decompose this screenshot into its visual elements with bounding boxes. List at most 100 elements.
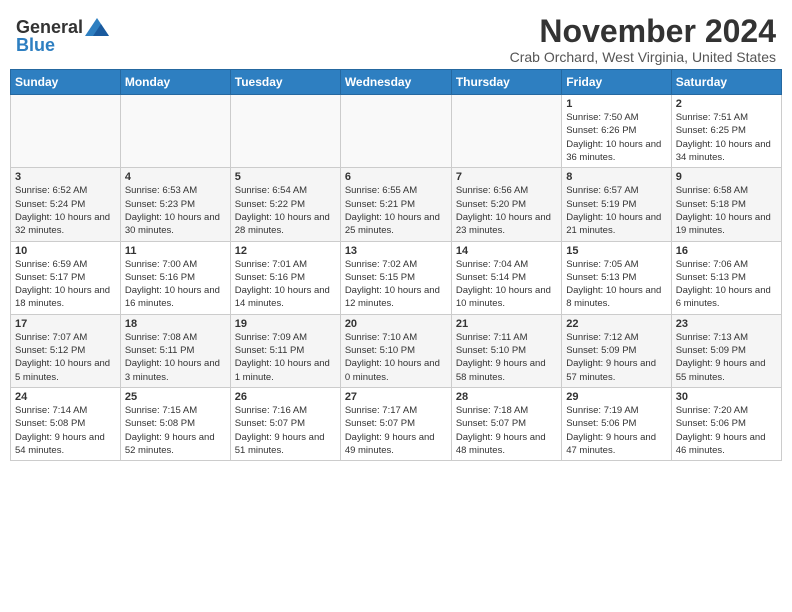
calendar-cell: 27Sunrise: 7:17 AM Sunset: 5:07 PM Dayli… — [340, 387, 451, 460]
calendar-cell: 29Sunrise: 7:19 AM Sunset: 5:06 PM Dayli… — [562, 387, 671, 460]
day-header-wednesday: Wednesday — [340, 70, 451, 95]
day-info: Sunrise: 6:52 AM Sunset: 5:24 PM Dayligh… — [15, 184, 116, 237]
calendar-cell: 20Sunrise: 7:10 AM Sunset: 5:10 PM Dayli… — [340, 314, 451, 387]
day-info: Sunrise: 6:59 AM Sunset: 5:17 PM Dayligh… — [15, 258, 116, 311]
calendar-cell: 30Sunrise: 7:20 AM Sunset: 5:06 PM Dayli… — [671, 387, 781, 460]
day-info: Sunrise: 7:01 AM Sunset: 5:16 PM Dayligh… — [235, 258, 336, 311]
day-header-friday: Friday — [562, 70, 671, 95]
day-number: 11 — [125, 245, 226, 257]
location-title: Crab Orchard, West Virginia, United Stat… — [510, 49, 776, 65]
day-info: Sunrise: 6:56 AM Sunset: 5:20 PM Dayligh… — [456, 184, 557, 237]
day-number: 3 — [15, 171, 116, 183]
calendar-cell: 17Sunrise: 7:07 AM Sunset: 5:12 PM Dayli… — [11, 314, 121, 387]
day-info: Sunrise: 6:53 AM Sunset: 5:23 PM Dayligh… — [125, 184, 226, 237]
calendar-cell: 16Sunrise: 7:06 AM Sunset: 5:13 PM Dayli… — [671, 241, 781, 314]
calendar-cell: 13Sunrise: 7:02 AM Sunset: 5:15 PM Dayli… — [340, 241, 451, 314]
calendar-cell: 23Sunrise: 7:13 AM Sunset: 5:09 PM Dayli… — [671, 314, 781, 387]
calendar-cell — [11, 95, 121, 168]
day-number: 13 — [345, 245, 447, 257]
calendar-cell: 8Sunrise: 6:57 AM Sunset: 5:19 PM Daylig… — [562, 168, 671, 241]
day-number: 8 — [566, 171, 666, 183]
day-number: 14 — [456, 245, 557, 257]
day-info: Sunrise: 7:00 AM Sunset: 5:16 PM Dayligh… — [125, 258, 226, 311]
day-number: 26 — [235, 391, 336, 403]
logo-icon — [85, 18, 109, 36]
day-number: 25 — [125, 391, 226, 403]
day-header-thursday: Thursday — [451, 70, 561, 95]
calendar-cell: 24Sunrise: 7:14 AM Sunset: 5:08 PM Dayli… — [11, 387, 121, 460]
calendar-cell: 26Sunrise: 7:16 AM Sunset: 5:07 PM Dayli… — [230, 387, 340, 460]
day-number: 28 — [456, 391, 557, 403]
calendar-cell: 22Sunrise: 7:12 AM Sunset: 5:09 PM Dayli… — [562, 314, 671, 387]
calendar-cell: 5Sunrise: 6:54 AM Sunset: 5:22 PM Daylig… — [230, 168, 340, 241]
day-number: 18 — [125, 318, 226, 330]
day-number: 12 — [235, 245, 336, 257]
day-number: 23 — [676, 318, 777, 330]
day-number: 1 — [566, 98, 666, 110]
calendar-cell: 9Sunrise: 6:58 AM Sunset: 5:18 PM Daylig… — [671, 168, 781, 241]
calendar-table: SundayMondayTuesdayWednesdayThursdayFrid… — [10, 69, 782, 461]
day-number: 7 — [456, 171, 557, 183]
day-number: 30 — [676, 391, 777, 403]
day-number: 6 — [345, 171, 447, 183]
page-header: General Blue November 2024 Crab Orchard,… — [10, 10, 782, 65]
day-header-tuesday: Tuesday — [230, 70, 340, 95]
day-number: 21 — [456, 318, 557, 330]
day-info: Sunrise: 7:14 AM Sunset: 5:08 PM Dayligh… — [15, 404, 116, 457]
calendar-cell: 7Sunrise: 6:56 AM Sunset: 5:20 PM Daylig… — [451, 168, 561, 241]
calendar-cell: 15Sunrise: 7:05 AM Sunset: 5:13 PM Dayli… — [562, 241, 671, 314]
calendar-cell: 28Sunrise: 7:18 AM Sunset: 5:07 PM Dayli… — [451, 387, 561, 460]
calendar-cell: 2Sunrise: 7:51 AM Sunset: 6:25 PM Daylig… — [671, 95, 781, 168]
day-number: 24 — [15, 391, 116, 403]
day-header-saturday: Saturday — [671, 70, 781, 95]
day-info: Sunrise: 7:50 AM Sunset: 6:26 PM Dayligh… — [566, 111, 666, 164]
logo-general-text: General — [16, 18, 83, 36]
day-info: Sunrise: 6:57 AM Sunset: 5:19 PM Dayligh… — [566, 184, 666, 237]
day-info: Sunrise: 7:08 AM Sunset: 5:11 PM Dayligh… — [125, 331, 226, 384]
day-info: Sunrise: 7:05 AM Sunset: 5:13 PM Dayligh… — [566, 258, 666, 311]
calendar-cell: 14Sunrise: 7:04 AM Sunset: 5:14 PM Dayli… — [451, 241, 561, 314]
day-header-monday: Monday — [120, 70, 230, 95]
calendar-week-4: 17Sunrise: 7:07 AM Sunset: 5:12 PM Dayli… — [11, 314, 782, 387]
calendar-week-2: 3Sunrise: 6:52 AM Sunset: 5:24 PM Daylig… — [11, 168, 782, 241]
day-number: 27 — [345, 391, 447, 403]
day-number: 4 — [125, 171, 226, 183]
day-number: 9 — [676, 171, 777, 183]
calendar-cell — [451, 95, 561, 168]
calendar-cell: 3Sunrise: 6:52 AM Sunset: 5:24 PM Daylig… — [11, 168, 121, 241]
day-info: Sunrise: 6:55 AM Sunset: 5:21 PM Dayligh… — [345, 184, 447, 237]
day-info: Sunrise: 7:13 AM Sunset: 5:09 PM Dayligh… — [676, 331, 777, 384]
day-number: 10 — [15, 245, 116, 257]
day-number: 20 — [345, 318, 447, 330]
day-number: 17 — [15, 318, 116, 330]
title-section: November 2024 Crab Orchard, West Virgini… — [510, 14, 776, 65]
day-number: 29 — [566, 391, 666, 403]
day-info: Sunrise: 7:07 AM Sunset: 5:12 PM Dayligh… — [15, 331, 116, 384]
day-info: Sunrise: 7:06 AM Sunset: 5:13 PM Dayligh… — [676, 258, 777, 311]
day-info: Sunrise: 6:58 AM Sunset: 5:18 PM Dayligh… — [676, 184, 777, 237]
month-title: November 2024 — [510, 14, 776, 49]
calendar-cell: 4Sunrise: 6:53 AM Sunset: 5:23 PM Daylig… — [120, 168, 230, 241]
calendar-week-1: 1Sunrise: 7:50 AM Sunset: 6:26 PM Daylig… — [11, 95, 782, 168]
day-number: 5 — [235, 171, 336, 183]
day-number: 19 — [235, 318, 336, 330]
calendar-week-5: 24Sunrise: 7:14 AM Sunset: 5:08 PM Dayli… — [11, 387, 782, 460]
calendar-cell: 10Sunrise: 6:59 AM Sunset: 5:17 PM Dayli… — [11, 241, 121, 314]
day-info: Sunrise: 7:11 AM Sunset: 5:10 PM Dayligh… — [456, 331, 557, 384]
day-info: Sunrise: 7:10 AM Sunset: 5:10 PM Dayligh… — [345, 331, 447, 384]
calendar-cell: 19Sunrise: 7:09 AM Sunset: 5:11 PM Dayli… — [230, 314, 340, 387]
calendar-cell: 25Sunrise: 7:15 AM Sunset: 5:08 PM Dayli… — [120, 387, 230, 460]
day-info: Sunrise: 7:15 AM Sunset: 5:08 PM Dayligh… — [125, 404, 226, 457]
calendar-cell: 21Sunrise: 7:11 AM Sunset: 5:10 PM Dayli… — [451, 314, 561, 387]
calendar-cell: 18Sunrise: 7:08 AM Sunset: 5:11 PM Dayli… — [120, 314, 230, 387]
day-info: Sunrise: 7:04 AM Sunset: 5:14 PM Dayligh… — [456, 258, 557, 311]
day-info: Sunrise: 7:12 AM Sunset: 5:09 PM Dayligh… — [566, 331, 666, 384]
calendar-cell: 12Sunrise: 7:01 AM Sunset: 5:16 PM Dayli… — [230, 241, 340, 314]
calendar-cell: 11Sunrise: 7:00 AM Sunset: 5:16 PM Dayli… — [120, 241, 230, 314]
calendar-cell: 6Sunrise: 6:55 AM Sunset: 5:21 PM Daylig… — [340, 168, 451, 241]
day-number: 16 — [676, 245, 777, 257]
day-info: Sunrise: 7:19 AM Sunset: 5:06 PM Dayligh… — [566, 404, 666, 457]
calendar-cell — [120, 95, 230, 168]
day-info: Sunrise: 7:51 AM Sunset: 6:25 PM Dayligh… — [676, 111, 777, 164]
day-header-sunday: Sunday — [11, 70, 121, 95]
